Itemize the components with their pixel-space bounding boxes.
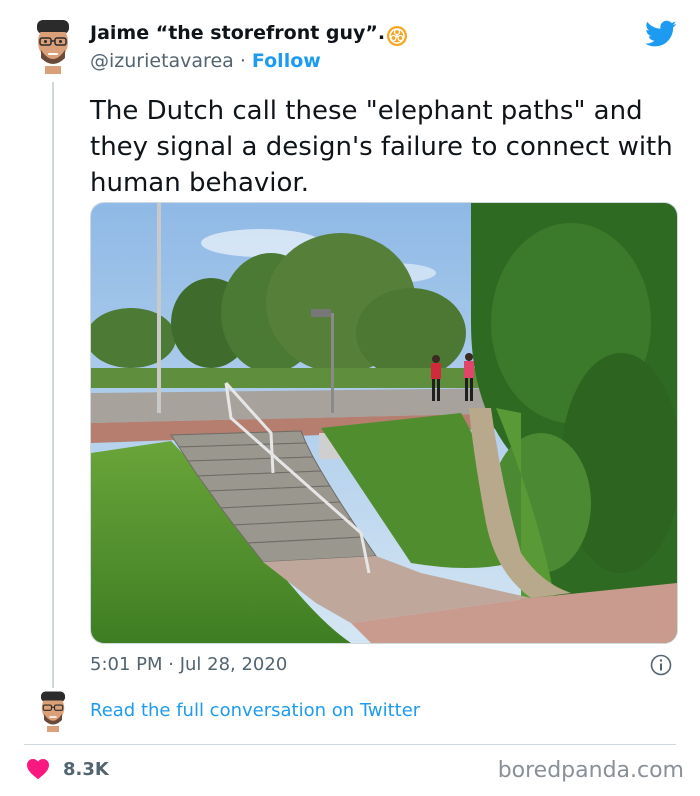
- author-name[interactable]: Jaime “the storefront guy”.: [90, 22, 385, 44]
- tweet-text: The Dutch call these "elephant paths" an…: [90, 96, 673, 198]
- author-handle[interactable]: @izurietavarea: [90, 50, 234, 72]
- heart-icon[interactable]: [26, 758, 50, 780]
- tweet-timestamp[interactable]: 5:01 PM · Jul 28, 2020: [90, 654, 287, 675]
- thread-line: [52, 82, 54, 688]
- divider: [24, 744, 676, 745]
- read-conversation-link[interactable]: Read the full conversation on Twitter: [90, 700, 420, 721]
- watermark: boredpanda.com: [497, 758, 684, 783]
- follow-button[interactable]: Follow: [252, 50, 321, 72]
- twitter-bird-icon[interactable]: [645, 20, 677, 48]
- author-handle-row: @izurietavarea · Follow: [90, 50, 321, 72]
- avatar-face-icon[interactable]: [31, 18, 75, 74]
- avatar-face-icon[interactable]: [36, 690, 70, 732]
- info-icon[interactable]: [650, 654, 672, 676]
- tweet-photo[interactable]: [90, 202, 678, 644]
- biohazard-badge-icon: [387, 26, 407, 46]
- likes-count: 8.3K: [63, 759, 109, 780]
- separator: ·: [239, 50, 246, 72]
